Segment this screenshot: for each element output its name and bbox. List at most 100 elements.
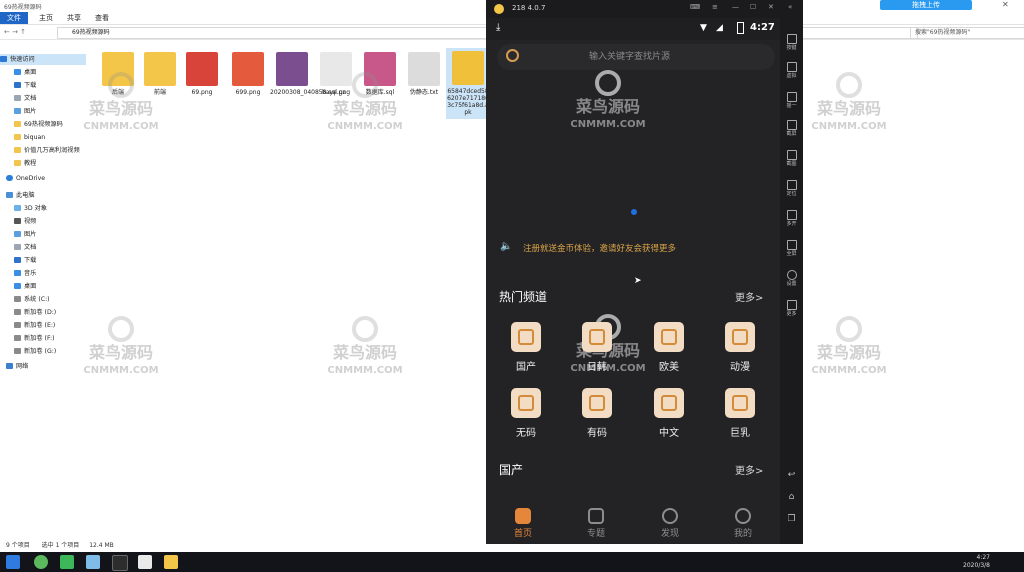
file-item[interactable]: 69.png bbox=[180, 52, 224, 96]
recent-apps-icon[interactable]: ❐ bbox=[780, 515, 803, 524]
emulator-titlebar: 218 4.0.7 ⌨ ≡ — ☐ ✕ « bbox=[486, 0, 803, 18]
side-tool-screenshot[interactable]: 截屏 bbox=[780, 120, 803, 137]
camera-icon bbox=[786, 150, 797, 160]
watermark: 菜鸟源码CNMMM.COM bbox=[794, 72, 904, 136]
clock: 4:27 bbox=[750, 22, 775, 33]
sidebar-item-pictures-pc[interactable]: 图片 bbox=[0, 229, 100, 240]
star-icon bbox=[0, 56, 7, 62]
sidebar-item-music[interactable]: 音乐 bbox=[0, 268, 100, 279]
sidebar-item-documents-pc[interactable]: 文档 bbox=[0, 242, 100, 253]
file-item-selected[interactable]: 65847dced586207e7171803c75f61a8d.apk bbox=[446, 48, 490, 119]
minimize-icon[interactable]: — bbox=[732, 3, 739, 11]
more-link[interactable]: 更多> bbox=[735, 462, 763, 477]
search-input[interactable]: 搜索"69热视频源码" bbox=[910, 27, 1024, 39]
download-icon bbox=[14, 257, 21, 263]
side-tool-fullscreen[interactable]: 全屏 bbox=[780, 240, 803, 257]
phone-status-bar: ⤓ ▼ ◢ 4:27 bbox=[486, 18, 780, 40]
drive-icon bbox=[14, 335, 21, 341]
video-icon bbox=[14, 218, 21, 224]
section-title-hot: 热门频道 bbox=[499, 290, 548, 304]
folder-icon bbox=[14, 160, 21, 166]
side-tool-locate[interactable]: 定位 bbox=[780, 180, 803, 197]
side-tool-settings[interactable]: 设置 bbox=[780, 270, 803, 287]
file-item[interactable]: 20200308_040858.sql.gz bbox=[270, 52, 346, 96]
tab-home[interactable]: 主页 bbox=[32, 12, 60, 24]
watermark-logo-icon bbox=[595, 70, 621, 96]
sidebar-item-folder[interactable]: 教程 bbox=[0, 158, 100, 169]
emulator-taskbar-icon[interactable] bbox=[164, 555, 178, 569]
category-item[interactable]: 国产 bbox=[503, 322, 549, 373]
search-icon bbox=[506, 49, 519, 62]
side-tool-shake[interactable]: 摇一 bbox=[780, 92, 803, 109]
more-link[interactable]: 更多> bbox=[735, 289, 763, 304]
nav-discover[interactable]: 发现 bbox=[650, 508, 690, 539]
collapse-icon[interactable]: « bbox=[788, 3, 792, 11]
category-item[interactable]: 中文 bbox=[646, 388, 692, 439]
sidebar-item-downloads-pc[interactable]: 下载 bbox=[0, 255, 100, 266]
folder-icon bbox=[14, 121, 21, 127]
tab-file[interactable]: 文件 bbox=[0, 12, 28, 24]
watermark-logo-icon bbox=[108, 316, 134, 342]
watermark: 菜鸟源码CNMMM.COM bbox=[66, 72, 176, 136]
app-icon[interactable] bbox=[34, 555, 48, 569]
close-icon[interactable]: ✕ bbox=[1002, 0, 1009, 9]
dress-icon bbox=[511, 388, 541, 418]
watermark-logo-icon bbox=[836, 316, 862, 342]
side-tool-keyboard[interactable]: 按键 bbox=[780, 34, 803, 51]
sidebar-item-folder[interactable]: 价值几万高利润视频 bbox=[0, 145, 100, 156]
category-item[interactable]: 动漫 bbox=[717, 322, 763, 373]
taskbar bbox=[0, 552, 1024, 572]
section-title-domestic: 国产 bbox=[499, 463, 524, 477]
close-icon[interactable]: ✕ bbox=[768, 3, 774, 11]
play-icon bbox=[588, 508, 604, 524]
sidebar-item-this-pc[interactable]: 此电脑 bbox=[0, 190, 92, 201]
sidebar-item-desktop-pc[interactable]: 桌面 bbox=[0, 281, 100, 292]
nav-arrows-icon[interactable]: ← → ↑ bbox=[4, 28, 26, 36]
start-icon[interactable] bbox=[6, 555, 20, 569]
sidebar-item-quick-access[interactable]: 快速访问 bbox=[0, 54, 86, 65]
gamepad-icon[interactable]: ⌨ bbox=[690, 3, 700, 11]
fullscreen-icon bbox=[786, 240, 797, 250]
app-icon[interactable] bbox=[138, 555, 152, 569]
side-tool-multi[interactable]: 多开 bbox=[780, 210, 803, 227]
sidebar-item-onedrive[interactable]: OneDrive bbox=[0, 173, 92, 184]
category-item[interactable]: 无码 bbox=[503, 388, 549, 439]
keyboard-icon bbox=[786, 34, 797, 44]
back-icon[interactable]: ↩ bbox=[780, 471, 803, 480]
announcement-text: 注册就送金币体验，邀请好友会获得更多 bbox=[523, 244, 677, 254]
loading-indicator bbox=[631, 209, 637, 215]
sidebar-item-videos[interactable]: 视频 bbox=[0, 216, 100, 227]
app-icon[interactable] bbox=[112, 555, 128, 571]
picture-icon bbox=[14, 108, 21, 114]
upload-button[interactable]: 拖拽上传 bbox=[880, 0, 972, 10]
nav-home[interactable]: 首页 bbox=[503, 508, 543, 539]
category-item[interactable]: 日韩 bbox=[574, 322, 620, 373]
figure-icon bbox=[725, 388, 755, 418]
side-tool-capture[interactable]: 截图 bbox=[780, 150, 803, 167]
nav-topics[interactable]: 专题 bbox=[576, 508, 616, 539]
side-tool-virtual[interactable]: 虚拟 bbox=[780, 62, 803, 79]
document-icon bbox=[14, 95, 21, 101]
home-button-icon[interactable]: ⌂ bbox=[780, 493, 803, 502]
sidebar-item-drive-c[interactable]: 系统 (C:) bbox=[0, 294, 100, 305]
category-item[interactable]: 有码 bbox=[574, 388, 620, 439]
side-tool-more[interactable]: 更多 bbox=[780, 300, 803, 317]
bow-icon bbox=[582, 388, 612, 418]
sidebar-item-3d[interactable]: 3D 对象 bbox=[0, 203, 100, 214]
gear-icon bbox=[786, 270, 797, 280]
picture-icon bbox=[14, 231, 21, 237]
menu-icon[interactable]: ≡ bbox=[712, 3, 718, 11]
category-item[interactable]: 巨乳 bbox=[717, 388, 763, 439]
nav-profile[interactable]: 我的 bbox=[723, 508, 763, 539]
watermark-logo-icon bbox=[108, 72, 134, 98]
file-item[interactable]: 699.png bbox=[226, 52, 270, 96]
tab-view[interactable]: 查看 bbox=[88, 12, 116, 24]
app-search-input[interactable]: 输入关键字查找片源 bbox=[497, 44, 775, 70]
archive-icon bbox=[276, 52, 308, 86]
app-icon[interactable] bbox=[86, 555, 100, 569]
app-icon[interactable] bbox=[60, 555, 74, 569]
tab-share[interactable]: 共享 bbox=[60, 12, 88, 24]
bra-icon bbox=[654, 388, 684, 418]
maximize-icon[interactable]: ☐ bbox=[750, 3, 756, 11]
category-item[interactable]: 欧美 bbox=[646, 322, 692, 373]
